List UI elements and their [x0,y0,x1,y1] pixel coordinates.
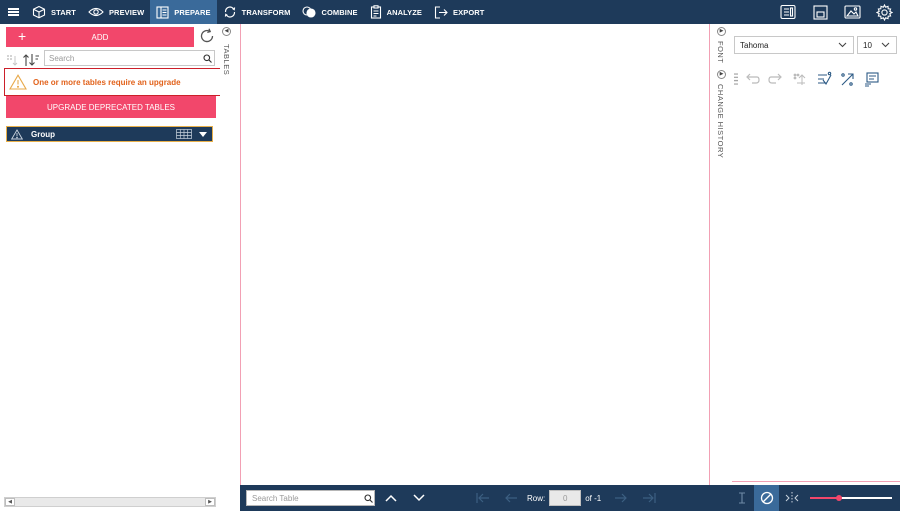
add-button-label: ADD [91,32,109,42]
font-size-select[interactable]: 10 [857,36,897,54]
text-cursor-icon[interactable] [729,485,754,511]
plus-icon: + [18,28,27,44]
font-panel: Tahoma 10 [732,24,900,485]
eye-icon [88,7,104,17]
nav-preview[interactable]: PREVIEW [82,0,150,24]
no-format-icon[interactable] [754,485,779,511]
top-right-tools [772,0,900,24]
next-row-icon[interactable] [607,485,635,511]
group-label: Group [31,129,55,139]
table-grid-icon[interactable] [176,129,192,139]
export-icon [434,5,448,19]
transform-icon [224,6,235,18]
upgrade-deprecated-tables-button[interactable]: UPGRADE DEPRECATED TABLES [6,96,216,118]
bottom-toolbar: Row: of -1 [240,485,900,511]
collapse-left-icon[interactable]: ◀ [222,27,231,36]
nav-transform-label: TRANSFORM [241,7,291,17]
top-nav-bar: START PREVIEW PREPARE TRANSFORM COMBINE … [0,0,900,24]
nav-preview-label: PREVIEW [108,7,145,17]
menu-icon[interactable] [0,0,26,24]
report-icon[interactable] [772,0,804,24]
zoom-fill [810,497,839,499]
fit-columns-icon[interactable] [779,485,804,511]
sort-icon[interactable] [22,53,40,67]
table-search-input[interactable] [45,51,200,65]
script-icon[interactable] [860,70,884,88]
upgrade-warning: One or more tables require an upgrade [4,68,222,96]
scroll-right-icon[interactable]: ▶ [205,498,215,506]
tables-tab-label: TABLES [222,44,231,76]
step-up-icon[interactable] [788,70,812,88]
horizontal-scrollbar[interactable]: ◀ ▶ [4,497,216,507]
cube-icon [32,5,46,19]
nav-export[interactable]: EXPORT [428,0,490,24]
search-icon[interactable] [362,491,374,505]
nav-prepare[interactable]: PREPARE [150,0,217,24]
upgrade-button-label: UPGRADE DEPRECATED TABLES [46,102,176,112]
clipboard-icon [370,5,381,19]
grip-icon[interactable] [732,72,740,86]
chevron-down-icon[interactable] [405,485,433,511]
scroll-left-icon[interactable]: ◀ [5,498,15,506]
chevron-down-icon [838,42,847,48]
nav-transform[interactable]: TRANSFORM [217,0,297,24]
nav-combine-label: COMBINE [321,7,358,17]
row-number-input[interactable] [549,490,582,506]
font-family-value: Tahoma [740,40,769,50]
group-item[interactable]: Group [6,126,213,142]
change-history-tab-label[interactable]: CHANGE HISTORY [716,84,725,158]
gear-icon[interactable] [868,0,900,24]
collapse-history-icon[interactable]: ▶ [717,70,726,79]
undo-icon[interactable] [740,70,764,88]
warning-icon [11,128,23,139]
nav-start-label: START [51,7,76,17]
save-icon[interactable] [804,0,836,24]
chevron-down-icon [881,42,890,48]
nav-export-label: EXPORT [453,7,485,17]
table-search [44,50,215,66]
nav-analyze[interactable]: ANALYZE [364,0,428,24]
nav-start[interactable]: START [26,0,82,24]
replay-icon[interactable] [836,70,860,88]
warning-icon [9,74,27,90]
search-table-input[interactable] [247,491,362,505]
search-icon[interactable] [200,51,214,65]
nav-combine[interactable]: COMBINE [296,0,363,24]
zoom-slider[interactable] [810,485,892,511]
zoom-handle[interactable] [835,495,842,501]
refresh-icon[interactable] [199,28,215,44]
data-canvas[interactable] [240,24,710,485]
redo-icon[interactable] [764,70,788,88]
view-controls [729,485,900,511]
apply-steps-icon[interactable] [812,70,836,88]
filter-icon[interactable] [6,54,20,66]
image-icon[interactable] [836,0,868,24]
previous-row-icon[interactable] [497,485,525,511]
panel-divider [732,481,900,482]
collapse-font-icon[interactable]: ▶ [717,27,726,36]
last-row-icon[interactable] [635,485,663,511]
combine-icon [302,6,317,18]
right-side-tabs: ▶ FONT ▶ CHANGE HISTORY [710,24,732,485]
nav-analyze-label: ANALYZE [386,7,423,17]
warning-text: One or more tables require an upgrade [33,77,181,87]
row-count-label: of -1 [585,493,602,503]
nav-prepare-label: PREPARE [174,7,211,17]
prepare-icon [156,5,169,19]
first-row-icon[interactable] [469,485,497,511]
row-label: Row: [527,493,546,503]
chevron-up-icon[interactable] [377,485,405,511]
font-size-value: 10 [863,40,872,50]
tables-panel: + ADD One or more tables require an upgr… [0,24,222,511]
font-tab-label[interactable]: FONT [716,41,725,63]
sort-controls [6,52,42,68]
history-toolbar [732,70,900,88]
caret-down-icon[interactable] [196,127,210,141]
add-table-button[interactable]: + ADD [6,27,194,47]
tables-side-tab[interactable]: ◀ TABLES [220,24,240,511]
font-family-select[interactable]: Tahoma [734,36,854,54]
search-table [246,490,375,506]
